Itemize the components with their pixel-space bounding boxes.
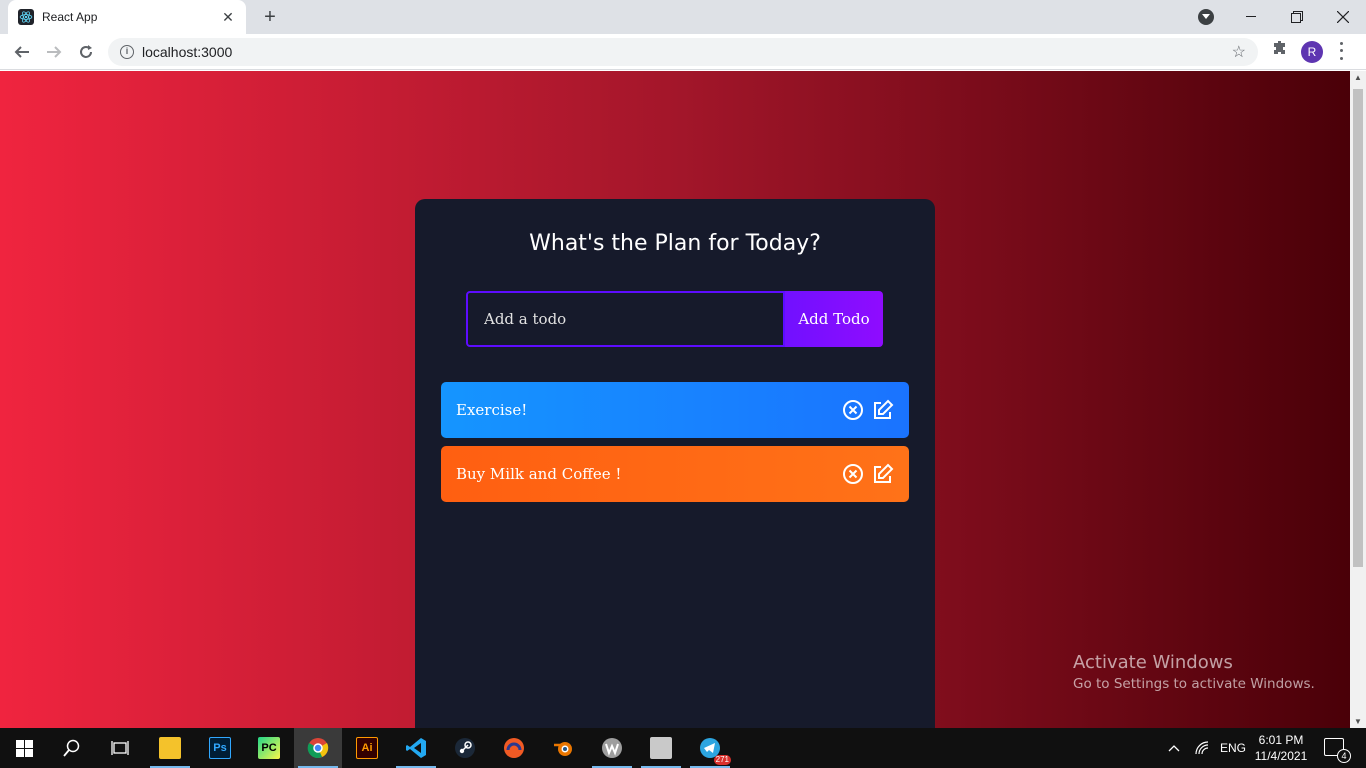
clock-time: 6:01 PM [1258, 733, 1304, 747]
edit-icon[interactable] [872, 463, 894, 485]
chrome-icon [307, 738, 329, 758]
windows-logo-icon [15, 739, 33, 757]
taskbar-app-gray[interactable] [637, 728, 685, 768]
react-favicon-icon [18, 9, 34, 25]
extensions-icon[interactable] [1270, 40, 1290, 60]
window-app-icon [650, 737, 672, 759]
site-info-icon[interactable]: i [120, 45, 134, 59]
network-button[interactable] [1194, 728, 1210, 768]
browser-toolbar: i localhost:3000 ☆ [0, 34, 1366, 70]
todo-item: Exercise! [441, 382, 909, 438]
wifi-icon [1195, 741, 1209, 755]
taskbar-chrome[interactable] [294, 728, 342, 768]
taskbar-telegram[interactable]: 271 [686, 728, 734, 768]
chrome-menu-icon[interactable] [1336, 40, 1346, 62]
headphones-app-icon [504, 738, 524, 758]
page-title: What's the Plan for Today? [529, 231, 821, 256]
windows-taskbar: Ps PC Ai 271 ENG 6:01 PM 11/4/2021 4 [0, 728, 1366, 768]
notification-center-icon[interactable]: 4 [1324, 738, 1351, 763]
start-button[interactable] [0, 728, 48, 768]
taskbar-file-explorer[interactable] [146, 728, 194, 768]
w-app-icon [602, 738, 622, 758]
todo-text: Exercise! [456, 401, 528, 419]
taskbar-vscode[interactable] [392, 728, 440, 768]
tab-strip: React App ✕ + [0, 0, 1366, 34]
taskbar-app-orange[interactable] [490, 728, 538, 768]
delete-circle-icon[interactable] [842, 399, 864, 421]
profile-avatar[interactable]: R [1301, 41, 1323, 63]
activate-windows-watermark: Activate Windows Go to Settings to activ… [1073, 652, 1315, 692]
taskbar-steam[interactable] [441, 728, 489, 768]
url-text: localhost:3000 [142, 44, 233, 60]
illustrator-icon: Ai [356, 737, 378, 759]
close-window-button[interactable] [1320, 0, 1366, 34]
system-clock[interactable]: 6:01 PM 11/4/2021 [1254, 732, 1308, 764]
new-tab-button[interactable]: + [258, 6, 282, 28]
task-view-icon [111, 741, 129, 755]
minimize-button[interactable] [1228, 0, 1274, 34]
watermark-subtitle: Go to Settings to activate Windows. [1073, 676, 1315, 692]
scroll-up-arrow-icon[interactable]: ▲ [1354, 73, 1362, 82]
browser-tab[interactable]: React App ✕ [8, 0, 246, 34]
todo-text: Buy Milk and Coffee ! [456, 465, 622, 483]
todo-input[interactable] [466, 291, 785, 347]
tab-title: React App [42, 10, 98, 24]
tab-close-icon[interactable]: ✕ [220, 9, 236, 25]
language-indicator[interactable]: ENG [1220, 728, 1246, 768]
taskbar-app-w[interactable] [588, 728, 636, 768]
taskbar-illustrator[interactable]: Ai [343, 728, 391, 768]
photoshop-icon: Ps [209, 737, 231, 759]
edit-icon[interactable] [872, 399, 894, 421]
taskbar-pycharm[interactable]: PC [245, 728, 293, 768]
show-hidden-icons-button[interactable] [1168, 728, 1180, 768]
chevron-up-icon [1168, 745, 1180, 752]
steam-icon [455, 738, 475, 758]
watermark-title: Activate Windows [1073, 652, 1233, 673]
forward-button[interactable] [42, 40, 66, 64]
todo-app-card: What's the Plan for Today? Add Todo Exer… [415, 199, 935, 728]
add-todo-button[interactable]: Add Todo [785, 291, 883, 347]
chevron-down-icon [1202, 14, 1210, 19]
todo-form: Add Todo [466, 291, 883, 347]
search-icon [63, 739, 80, 757]
telegram-badge: 271 [713, 755, 731, 765]
back-button[interactable] [10, 40, 34, 64]
scroll-down-arrow-icon[interactable]: ▼ [1354, 717, 1362, 726]
address-bar[interactable]: i localhost:3000 ☆ [108, 38, 1258, 66]
vertical-scrollbar[interactable]: ▲ ▼ [1350, 71, 1366, 728]
bookmark-star-icon[interactable]: ☆ [1232, 42, 1246, 62]
clock-date: 11/4/2021 [1254, 749, 1308, 763]
blender-icon [554, 742, 572, 756]
folder-icon [159, 737, 181, 759]
restore-button[interactable] [1274, 0, 1320, 34]
taskbar-blender[interactable] [539, 728, 587, 768]
tab-search-button[interactable] [1198, 9, 1214, 25]
search-button[interactable] [48, 728, 96, 768]
taskbar-photoshop[interactable]: Ps [196, 728, 244, 768]
notification-count: 4 [1337, 749, 1351, 763]
todo-item: Buy Milk and Coffee ! [441, 446, 909, 502]
vscode-icon [406, 738, 426, 758]
delete-circle-icon[interactable] [842, 463, 864, 485]
reload-button[interactable] [74, 40, 98, 64]
scrollbar-thumb[interactable] [1353, 89, 1363, 567]
pycharm-icon: PC [258, 737, 280, 759]
task-view-button[interactable] [96, 728, 144, 768]
page-viewport: What's the Plan for Today? Add Todo Exer… [0, 71, 1350, 728]
